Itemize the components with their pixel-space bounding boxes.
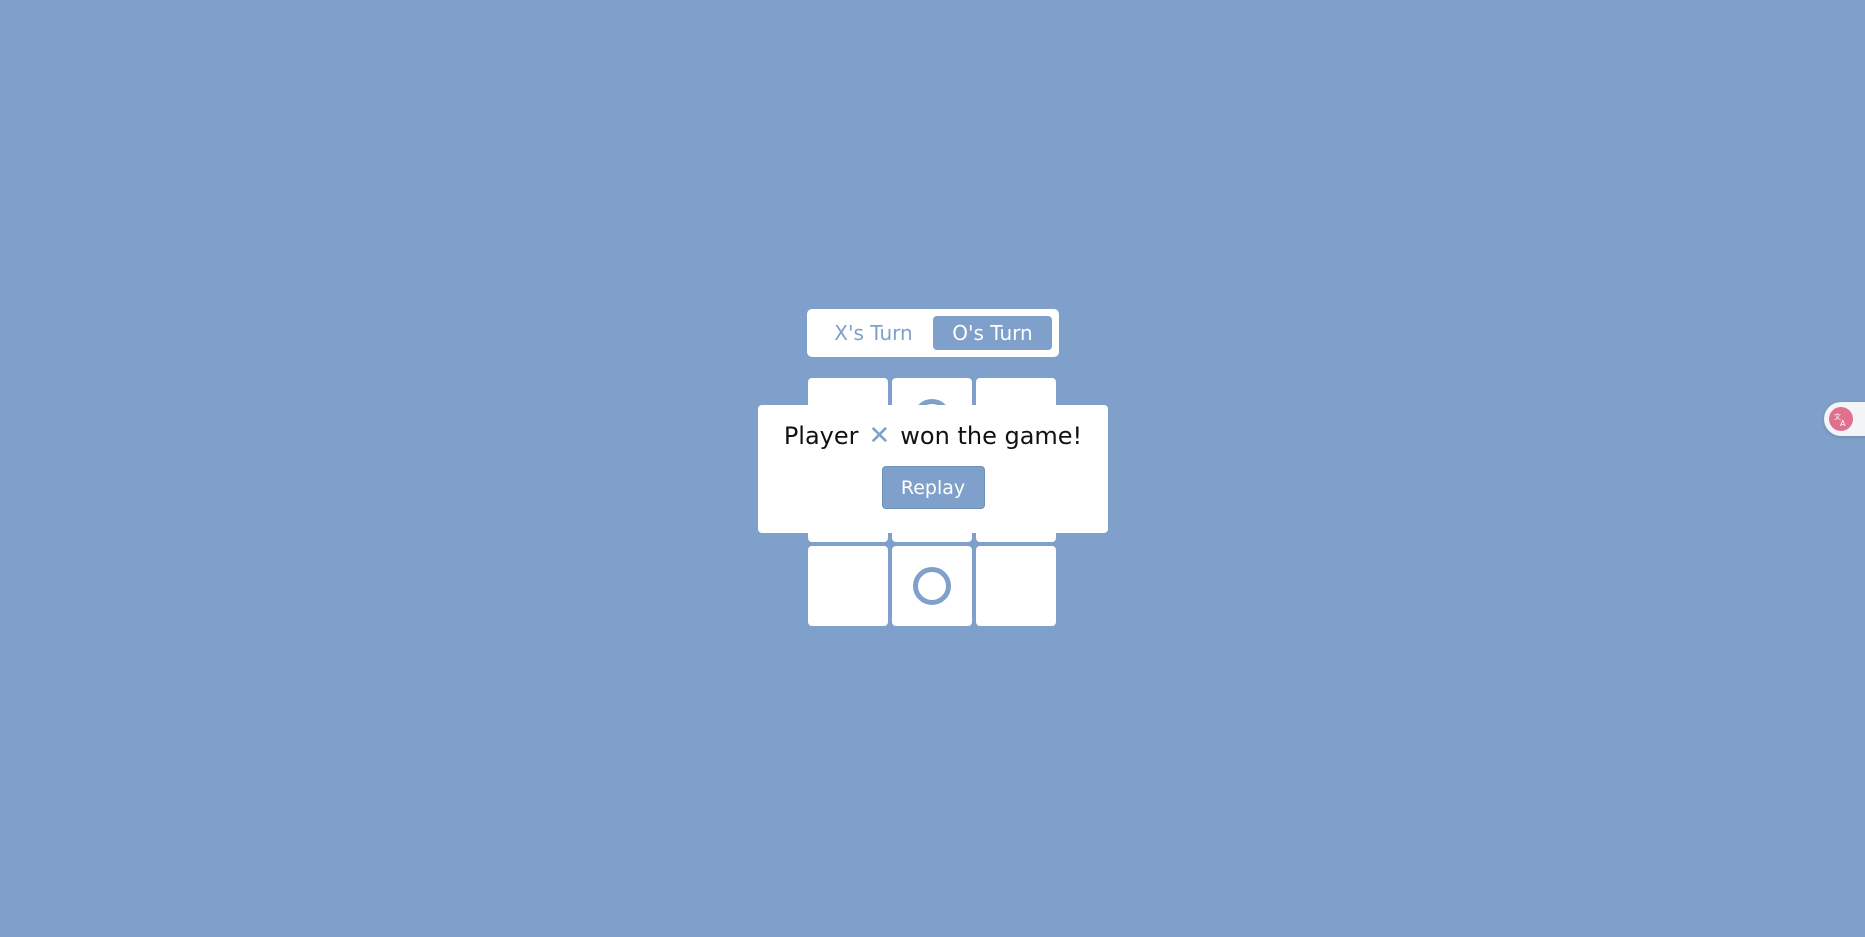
result-prefix: Player bbox=[783, 422, 859, 450]
game-screen: X's Turn O's Turn Player ✕ won the game!… bbox=[0, 0, 1865, 937]
result-dialog: Player ✕ won the game! Replay bbox=[758, 405, 1108, 533]
turn-selector: X's Turn O's Turn bbox=[807, 309, 1059, 357]
board-cell-9[interactable] bbox=[976, 546, 1056, 626]
board-cell-7[interactable] bbox=[808, 546, 888, 626]
board-cell-8[interactable] bbox=[892, 546, 972, 626]
winner-x-icon: ✕ bbox=[868, 421, 891, 451]
o-turn-button[interactable]: O's Turn bbox=[933, 316, 1052, 350]
o-mark-icon bbox=[913, 567, 951, 605]
replay-button[interactable]: Replay bbox=[881, 466, 985, 509]
translate-widget[interactable]: 文 A bbox=[1824, 402, 1865, 436]
x-turn-button[interactable]: X's Turn bbox=[814, 316, 933, 350]
svg-text:A: A bbox=[1840, 419, 1846, 427]
result-suffix: won the game! bbox=[900, 422, 1083, 450]
translate-icon: 文 A bbox=[1829, 407, 1853, 431]
result-message: Player ✕ won the game! bbox=[784, 422, 1082, 450]
